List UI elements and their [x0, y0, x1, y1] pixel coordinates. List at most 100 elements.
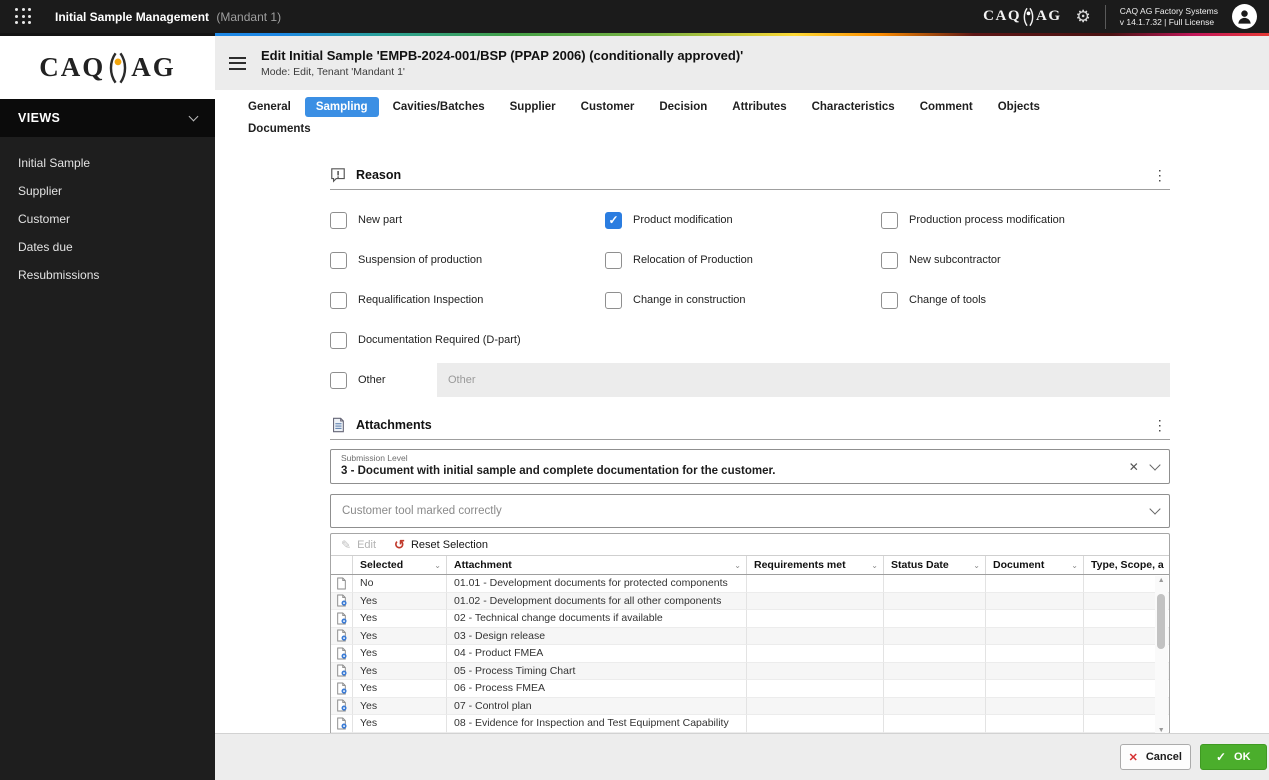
tab-general[interactable]: General	[237, 97, 302, 117]
tab-comment[interactable]: Comment	[909, 97, 984, 117]
checkbox-change-of-tools[interactable]: Change of tools	[881, 291, 1170, 309]
cell-requirements-met	[747, 697, 884, 715]
column-header-attachment[interactable]: Attachment ⌄	[447, 556, 747, 574]
table-row[interactable]: Yes 06 - Process FMEA	[331, 680, 1169, 698]
chevron-down-icon[interactable]: ⌄	[871, 561, 878, 570]
cell-attachment: 06 - Process FMEA	[447, 680, 747, 698]
checkbox-box[interactable]	[605, 291, 622, 309]
table-row[interactable]: Yes 08 - Evidence for Inspection and Test…	[331, 715, 1169, 733]
tab-objects[interactable]: Objects	[987, 97, 1051, 117]
cell-document	[986, 715, 1084, 733]
hamburger-menu-icon[interactable]	[229, 53, 246, 73]
cell-status-date	[884, 645, 986, 663]
vertical-scroll-track[interactable]	[1155, 586, 1168, 726]
customer-tool-dropdown[interactable]: Customer tool marked correctly	[330, 494, 1170, 528]
tab-supplier[interactable]: Supplier	[499, 97, 567, 117]
tab-characteristics[interactable]: Characteristics	[801, 97, 906, 117]
checkbox-box[interactable]	[330, 251, 347, 269]
tab-attributes[interactable]: Attributes	[721, 97, 797, 117]
clear-selection-icon[interactable]: ✕	[1129, 460, 1139, 474]
chevron-down-icon[interactable]: ⌄	[734, 561, 741, 570]
chevron-down-icon[interactable]: ⌄	[434, 561, 441, 570]
vertical-scrollbar[interactable]: ▲ ▼	[1154, 576, 1168, 733]
checkbox-box[interactable]	[330, 211, 347, 229]
checkbox-box[interactable]	[330, 331, 347, 349]
kebab-menu-icon[interactable]: ⋮	[1150, 417, 1170, 434]
table-row[interactable]: Yes 04 - Product FMEA	[331, 645, 1169, 663]
record-header: Edit Initial Sample 'EMPB-2024-001/BSP (…	[215, 36, 1269, 90]
checkbox-box[interactable]	[605, 251, 622, 269]
views-section-header[interactable]: VIEWS	[0, 99, 215, 137]
chevron-down-icon[interactable]	[1149, 503, 1161, 515]
cell-selected: Yes	[353, 627, 447, 645]
reset-selection-button[interactable]: ↺ Reset Selection	[394, 538, 488, 551]
submission-level-dropdown[interactable]: Submission Level 3 - Document with initi…	[330, 449, 1170, 484]
chevron-down-icon[interactable]: ⌄	[1071, 561, 1078, 570]
tab-cavities-batches[interactable]: Cavities/Batches	[382, 97, 496, 117]
sidebar-item-customer[interactable]: Customer	[0, 205, 215, 233]
checkbox-box[interactable]	[881, 211, 898, 229]
app-launcher-icon[interactable]	[15, 8, 32, 25]
checkbox-production-process-modification[interactable]: Production process modification	[881, 211, 1170, 229]
table-row[interactable]: Yes 02 - Technical change documents if av…	[331, 610, 1169, 628]
chevron-down-icon[interactable]: ⌄	[973, 561, 980, 570]
checkbox-relocation-of-production[interactable]: Relocation of Production	[605, 251, 881, 269]
table-row[interactable]: No 01.01 - Development documents for prot…	[331, 575, 1169, 593]
ok-check-icon: ✓	[1215, 750, 1227, 764]
section-divider	[330, 439, 1170, 440]
tab-documents[interactable]: Documents	[237, 119, 322, 139]
kebab-menu-icon[interactable]: ⋮	[1150, 167, 1170, 184]
tab-sampling[interactable]: Sampling	[304, 97, 379, 117]
scroll-up-icon[interactable]: ▲	[1158, 576, 1165, 586]
table-row[interactable]: Yes 07 - Control plan	[331, 697, 1169, 715]
cell-document	[986, 680, 1084, 698]
tab-decision[interactable]: Decision	[648, 97, 718, 117]
ok-button[interactable]: ✓ OK	[1199, 744, 1267, 770]
app-title-text: Initial Sample Management	[55, 9, 210, 24]
checkbox-product-modification[interactable]: Product modification	[605, 211, 881, 229]
user-avatar[interactable]	[1232, 4, 1257, 29]
sidebar-item-supplier[interactable]: Supplier	[0, 177, 215, 205]
checkbox-box[interactable]	[605, 211, 622, 229]
sidebar-item-dates-due[interactable]: Dates due	[0, 233, 215, 261]
cell-requirements-met	[747, 662, 884, 680]
checkbox-requalification-inspection[interactable]: Requalification Inspection	[330, 291, 605, 309]
cell-selected	[353, 732, 447, 733]
checkbox-new-part[interactable]: New part	[330, 211, 605, 229]
checkbox-documentation-required[interactable]: Documentation Required (D-part)	[330, 331, 605, 349]
edit-button[interactable]: ✎ Edit	[341, 539, 376, 551]
column-header-document[interactable]: Document ⌄	[986, 556, 1084, 574]
other-reason-input[interactable]	[437, 363, 1170, 397]
checkbox-suspension-of-production[interactable]: Suspension of production	[330, 251, 605, 269]
sidebar-item-initial-sample[interactable]: Initial Sample	[0, 149, 215, 177]
column-header-type-scope[interactable]: Type, Scope, a	[1084, 556, 1169, 574]
checkbox-change-in-construction[interactable]: Change in construction	[605, 291, 881, 309]
column-header-requirements-met[interactable]: Requirements met ⌄	[747, 556, 884, 574]
checkbox-new-subcontractor[interactable]: New subcontractor	[881, 251, 1170, 269]
settings-gear-icon[interactable]: ⚙	[1076, 8, 1091, 25]
cell-status-date	[884, 715, 986, 733]
table-row[interactable]: Yes 03 - Design release	[331, 627, 1169, 645]
checkbox-box[interactable]	[330, 371, 347, 389]
column-header-status-date[interactable]: Status Date ⌄	[884, 556, 986, 574]
scroll-down-icon[interactable]: ▼	[1158, 726, 1165, 733]
sidebar-item-resubmissions[interactable]: Resubmissions	[0, 261, 215, 289]
cell-requirements-met	[747, 732, 884, 733]
table-row[interactable]	[331, 732, 1169, 733]
vertical-scroll-thumb[interactable]	[1157, 594, 1166, 649]
cell-attachment: 02 - Technical change documents if avail…	[447, 610, 747, 628]
chevron-down-icon[interactable]	[1149, 458, 1161, 471]
checkbox-box[interactable]	[881, 291, 898, 309]
checkbox-other[interactable]: Other	[330, 371, 437, 389]
table-row[interactable]: Yes 01.02 - Development documents for all…	[331, 592, 1169, 610]
cancel-x-icon: ✕	[1128, 751, 1138, 764]
checkbox-box[interactable]	[330, 291, 347, 309]
tab-customer[interactable]: Customer	[570, 97, 646, 117]
cancel-button[interactable]: ✕ Cancel	[1119, 744, 1191, 770]
cell-document	[986, 627, 1084, 645]
column-header-icon[interactable]	[331, 556, 353, 574]
attachment-doc-icon	[331, 575, 353, 593]
column-header-selected[interactable]: Selected ⌄	[353, 556, 447, 574]
checkbox-box[interactable]	[881, 251, 898, 269]
table-row[interactable]: Yes 05 - Process Timing Chart	[331, 662, 1169, 680]
